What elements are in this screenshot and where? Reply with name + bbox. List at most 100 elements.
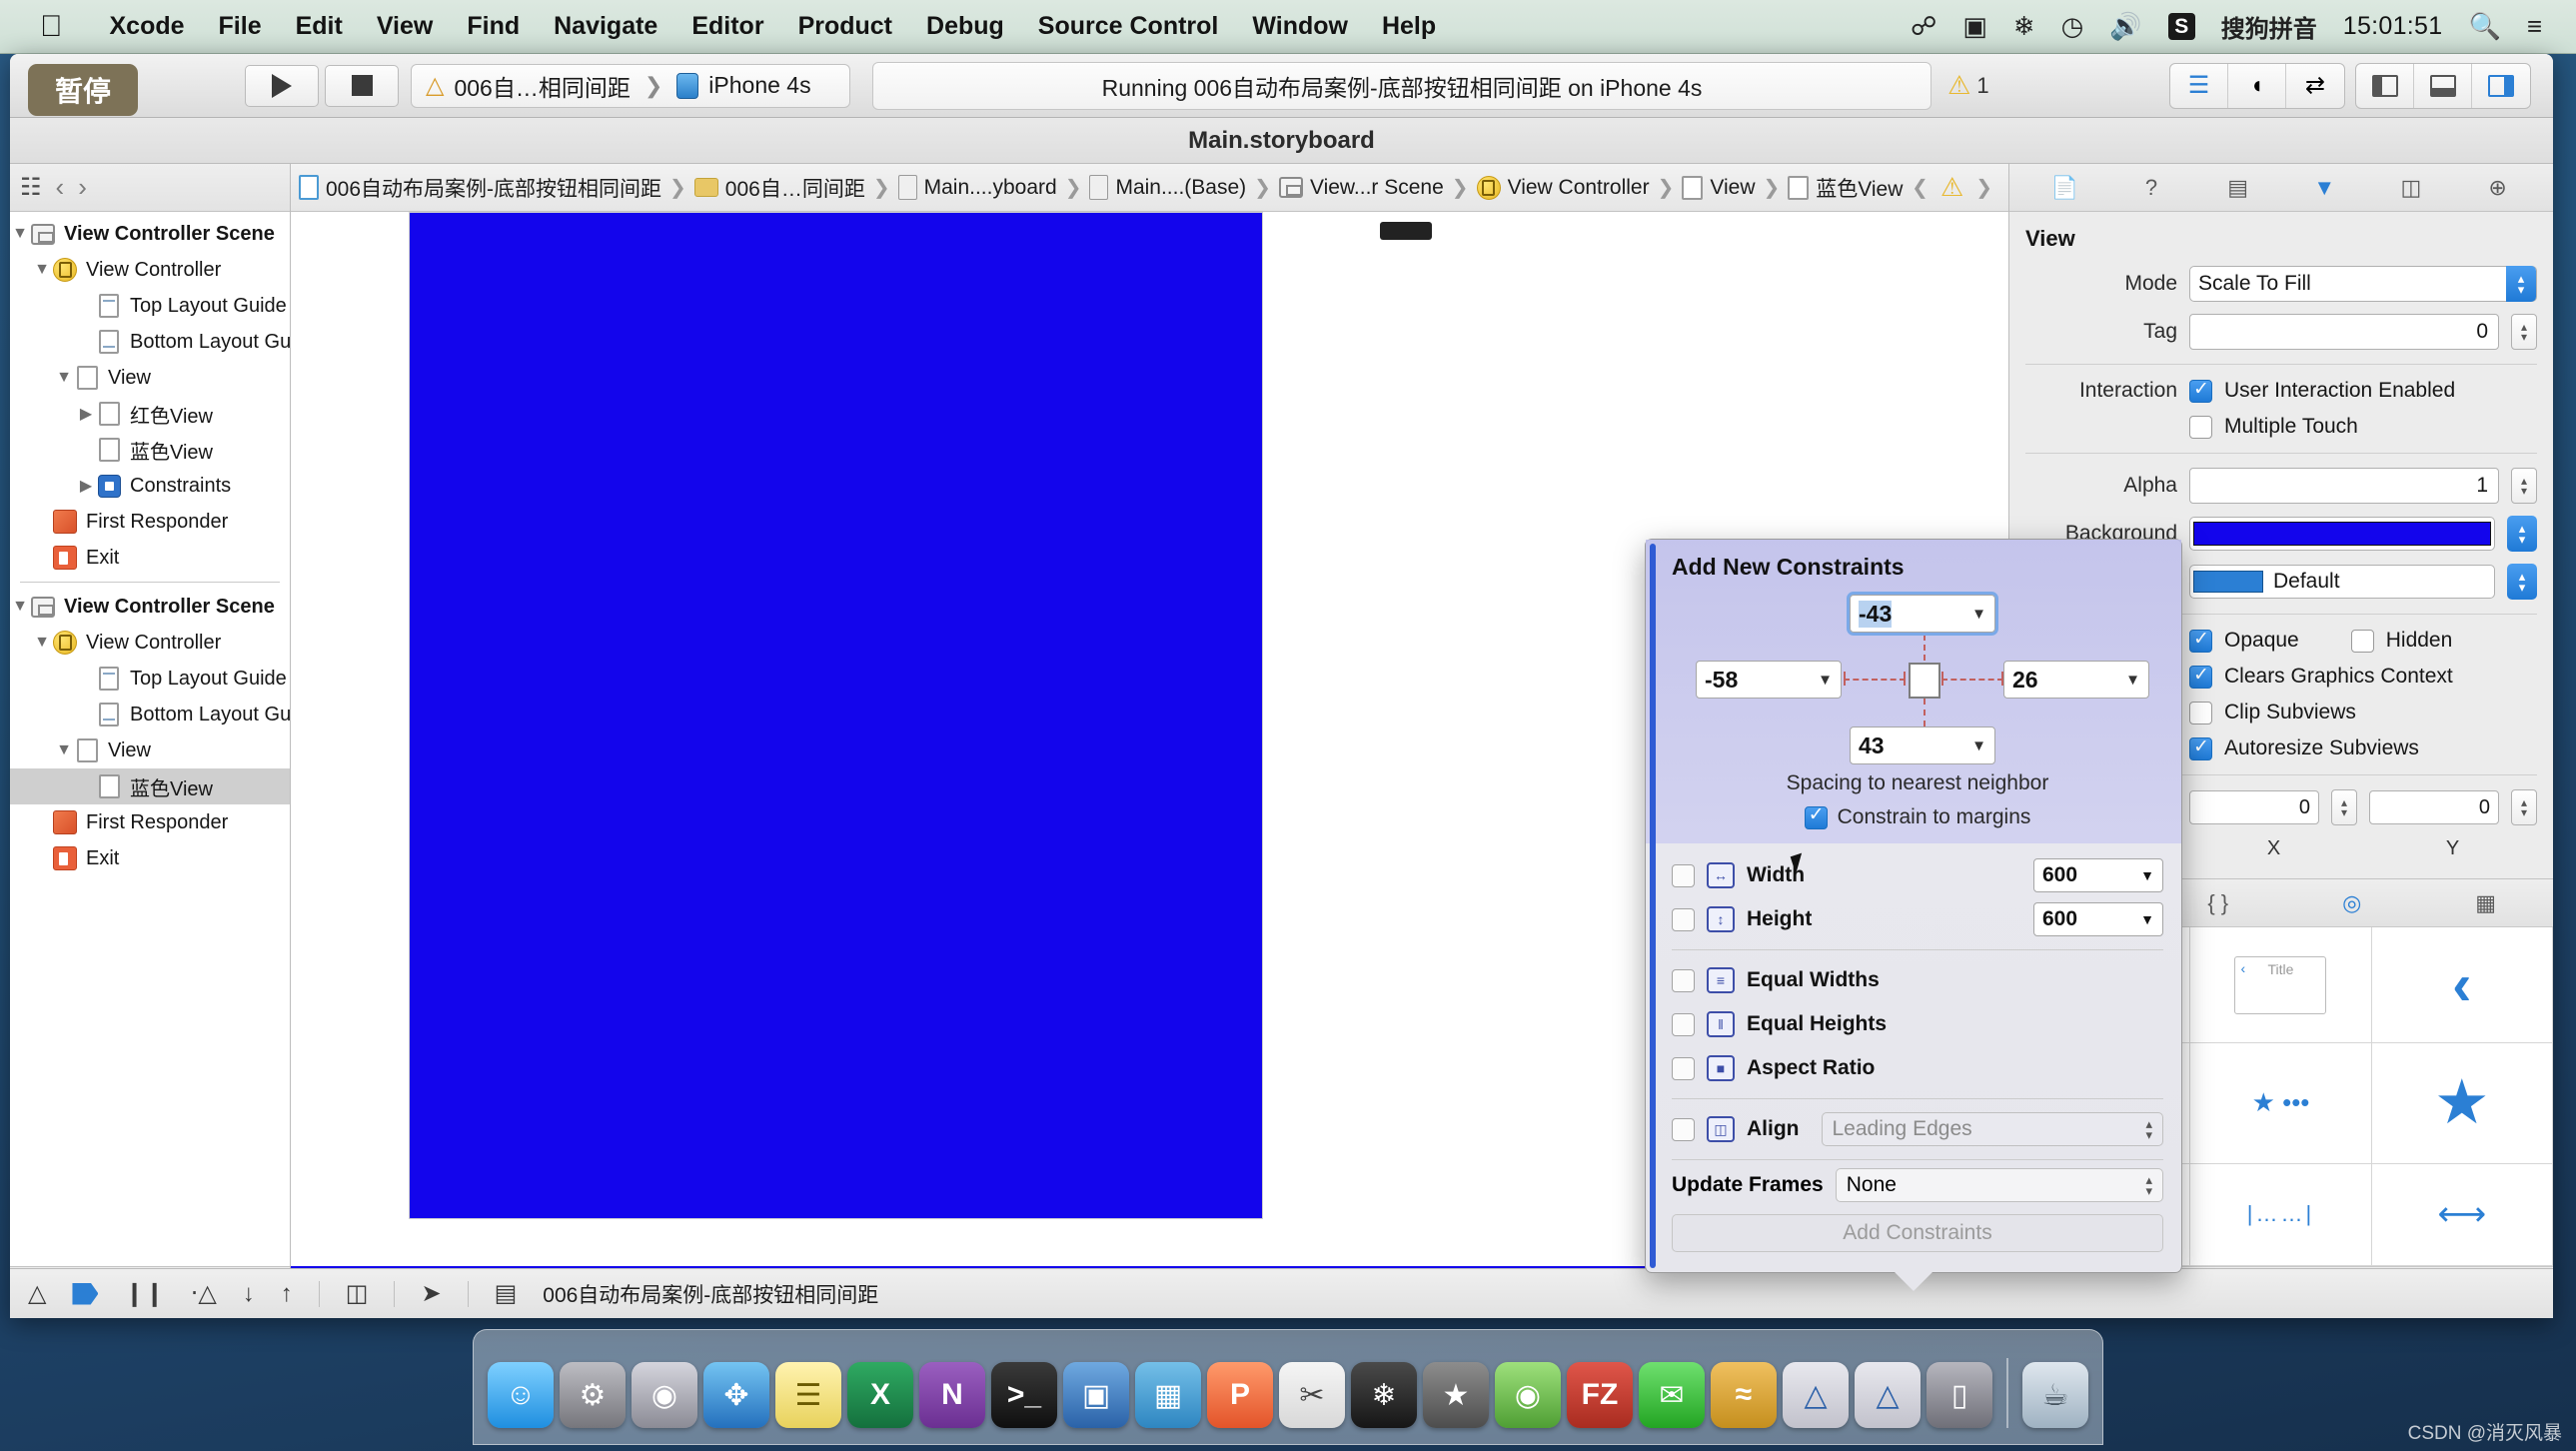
breadcrumb-next-icon[interactable]: ❯	[1973, 175, 1994, 200]
breadcrumb-item-folder[interactable]: 006自…同间距	[693, 173, 865, 203]
top-constraint-field[interactable]: -43 ▼	[1847, 592, 1998, 636]
tag-input[interactable]: 0	[2189, 314, 2499, 350]
outline-row-exit-2[interactable]: Exit	[10, 840, 290, 876]
outline-row-constraints[interactable]: ▶ Constraints	[10, 468, 290, 504]
height-value-field[interactable]: 600 ▼	[2033, 902, 2163, 936]
update-frames-row[interactable]: Update Frames None ▴ ▾	[1672, 1168, 2163, 1202]
media-library-icon[interactable]: ▦	[2475, 890, 2496, 916]
library-item-arrow[interactable]: ⟷	[2371, 1163, 2553, 1266]
dock-item-pages[interactable]: P	[1207, 1362, 1273, 1428]
outline-row-scene-2[interactable]: ▼ View Controller Scene	[10, 589, 290, 625]
outline-row-blue-view-1[interactable]: 蓝色View	[10, 432, 290, 468]
assistant-editor-icon[interactable]: ◖	[2228, 63, 2286, 108]
dock-item-preview[interactable]: ◉	[1495, 1362, 1561, 1428]
screen-record-icon[interactable]: ▣	[1962, 11, 1987, 42]
toggle-debug-icon[interactable]	[2414, 63, 2472, 108]
volume-icon[interactable]: 🔊	[2109, 11, 2141, 42]
menu-item-file[interactable]: File	[202, 12, 279, 41]
library-item-back-button[interactable]: ‹	[2371, 927, 2553, 1044]
twisty-icon[interactable]: ▼	[32, 261, 52, 279]
tint-color-well[interactable]: Default	[2189, 565, 2495, 599]
dock-item-safari[interactable]: ✥	[703, 1362, 769, 1428]
macos-dock[interactable]: ☺ ⚙ ◉ ✥ ☰ X N >_ ▣ ▦ P ✂ ❄ ★ ◉ FZ ✉ ≈ △ …	[473, 1329, 2103, 1445]
menu-item-source-control[interactable]: Source Control	[1021, 12, 1236, 41]
warning-indicator[interactable]: ⚠ 1	[1947, 70, 1989, 101]
alpha-input[interactable]: 1	[2189, 468, 2499, 504]
connections-inspector-icon[interactable]: ⊕	[2477, 172, 2519, 204]
height-checkbox[interactable]	[1672, 907, 1695, 931]
menu-item-navigate[interactable]: Navigate	[537, 12, 674, 41]
dock-item-numbers[interactable]: ▦	[1135, 1362, 1201, 1428]
library-item-navigation-bar[interactable]: ‹ Title	[2190, 927, 2372, 1044]
breadcrumb-item-base[interactable]: Main....(Base)	[1089, 175, 1246, 200]
scheme-selector[interactable]: △ 006自…相同间距 ❯ iPhone 4s	[411, 63, 850, 108]
dock-item-xcode-beta[interactable]: △	[1855, 1362, 1921, 1428]
outline-row-scene-1[interactable]: ▼ View Controller Scene	[10, 216, 290, 252]
chevron-down-icon[interactable]: ▼	[2140, 867, 2154, 883]
trailing-constraint-field[interactable]: 26 ▼	[2003, 661, 2149, 699]
outline-row-view-controller-2[interactable]: ▼ View Controller	[10, 625, 290, 661]
dock-item-excel[interactable]: X	[847, 1362, 913, 1428]
dock-item-onenote[interactable]: N	[919, 1362, 985, 1428]
alpha-stepper[interactable]: ▴ ▾	[2511, 468, 2537, 504]
equal-widths-row[interactable]: ≡ Equal Widths	[1672, 958, 2163, 1002]
dock-item-trash[interactable]: ☕	[2022, 1362, 2088, 1428]
menu-item-editor[interactable]: Editor	[674, 12, 780, 41]
mode-select[interactable]: Scale To Fill ▴ ▾	[2189, 266, 2537, 302]
chevron-updown-icon[interactable]: ▴ ▾	[2145, 1173, 2152, 1197]
outline-row-top-layout-guide-2[interactable]: Top Layout Guide	[10, 661, 290, 697]
background-popup-stepper[interactable]: ▴ ▾	[2507, 516, 2537, 552]
chevron-down-icon[interactable]: ▼	[1971, 606, 1986, 623]
view-controller-canvas[interactable]	[409, 212, 1263, 1219]
twisty-icon[interactable]: ▶	[76, 476, 96, 496]
breakpoint-toggle-icon[interactable]: △	[28, 1279, 46, 1308]
stop-button[interactable]	[325, 64, 399, 107]
stretch-x-stepper[interactable]: ▴ ▾	[2331, 789, 2357, 825]
breadcrumb-item-scene[interactable]: View...r Scene	[1278, 176, 1444, 200]
twisty-icon[interactable]: ▼	[32, 634, 52, 652]
twisty-icon[interactable]: ▼	[10, 225, 30, 243]
menu-item-debug[interactable]: Debug	[909, 12, 1021, 41]
menu-item-xcode[interactable]: Xcode	[93, 12, 202, 41]
dock-item-terminal[interactable]: >_	[991, 1362, 1057, 1428]
list-icon[interactable]: ≡	[2527, 11, 2542, 42]
outline-row-bottom-layout-guide-1[interactable]: Bottom Layout Guide	[10, 324, 290, 360]
view-hierarchy-icon[interactable]: ◫	[346, 1279, 369, 1308]
breadcrumb-item-blue-view[interactable]: 蓝色View	[1788, 173, 1903, 203]
outline-row-first-responder-2[interactable]: First Responder	[10, 804, 290, 840]
clock-icon[interactable]: ◷	[2061, 11, 2084, 42]
constrain-to-margins-checkbox[interactable]	[1804, 803, 1828, 829]
update-frames-select[interactable]: None ▴ ▾	[1835, 1168, 2163, 1202]
width-value-field[interactable]: 600 ▼	[2033, 858, 2163, 892]
equal-widths-checkbox[interactable]	[1672, 968, 1695, 992]
dock-item-launchpad[interactable]: ◉	[632, 1362, 697, 1428]
add-new-constraints-popover[interactable]: Add New Constraints -43 ▼ -58 ▼ 26 ▼ 43 …	[1645, 539, 2182, 1291]
aspect-ratio-row[interactable]: ■ Aspect Ratio	[1672, 1046, 2163, 1090]
multiple-touch-checkbox[interactable]	[2189, 415, 2212, 439]
outline-row-blue-view-2[interactable]: 蓝色View	[10, 768, 290, 804]
bluetooth-icon[interactable]: ☍	[1911, 11, 1936, 42]
chevron-updown-icon[interactable]: ▴ ▾	[2145, 1117, 2152, 1141]
menu-item-product[interactable]: Product	[781, 12, 909, 41]
object-library-icon[interactable]: ◎	[2342, 890, 2361, 916]
twisty-icon[interactable]: ▼	[54, 741, 74, 759]
library-item-fixed-space[interactable]: ★ •••	[2190, 1043, 2372, 1164]
menu-item-find[interactable]: Find	[450, 12, 537, 41]
stretch-y-input[interactable]: 0	[2369, 790, 2499, 824]
quick-help-icon[interactable]: ?	[2130, 172, 2172, 204]
dock-item-filezilla[interactable]: FZ	[1567, 1362, 1633, 1428]
nav-back-icon[interactable]: ‹	[56, 172, 65, 203]
menu-item-window[interactable]: Window	[1235, 12, 1365, 41]
apple-icon[interactable]: 	[40, 11, 63, 42]
chevron-down-icon[interactable]: ▼	[2125, 672, 2140, 689]
height-row[interactable]: ↕ Height 600 ▼	[1672, 897, 2163, 941]
editor-mode-segmented[interactable]: ☰ ◖ ⇄	[2169, 62, 2345, 109]
breadcrumb-item-storyboard[interactable]: Main....yboard	[897, 175, 1057, 200]
version-editor-icon[interactable]: ⇄	[2286, 64, 2344, 108]
tint-popup-stepper[interactable]: ▴ ▾	[2507, 564, 2537, 600]
outline-row-view-2[interactable]: ▼ View	[10, 732, 290, 768]
outline-row-red-view[interactable]: ▶ 红色View	[10, 396, 290, 432]
document-outline-tree[interactable]: ▼ View Controller Scene ▼ View Controlle…	[10, 212, 290, 1266]
chevron-down-icon[interactable]: ▼	[2140, 911, 2154, 927]
attributes-inspector-icon[interactable]: ▼	[2303, 172, 2345, 204]
